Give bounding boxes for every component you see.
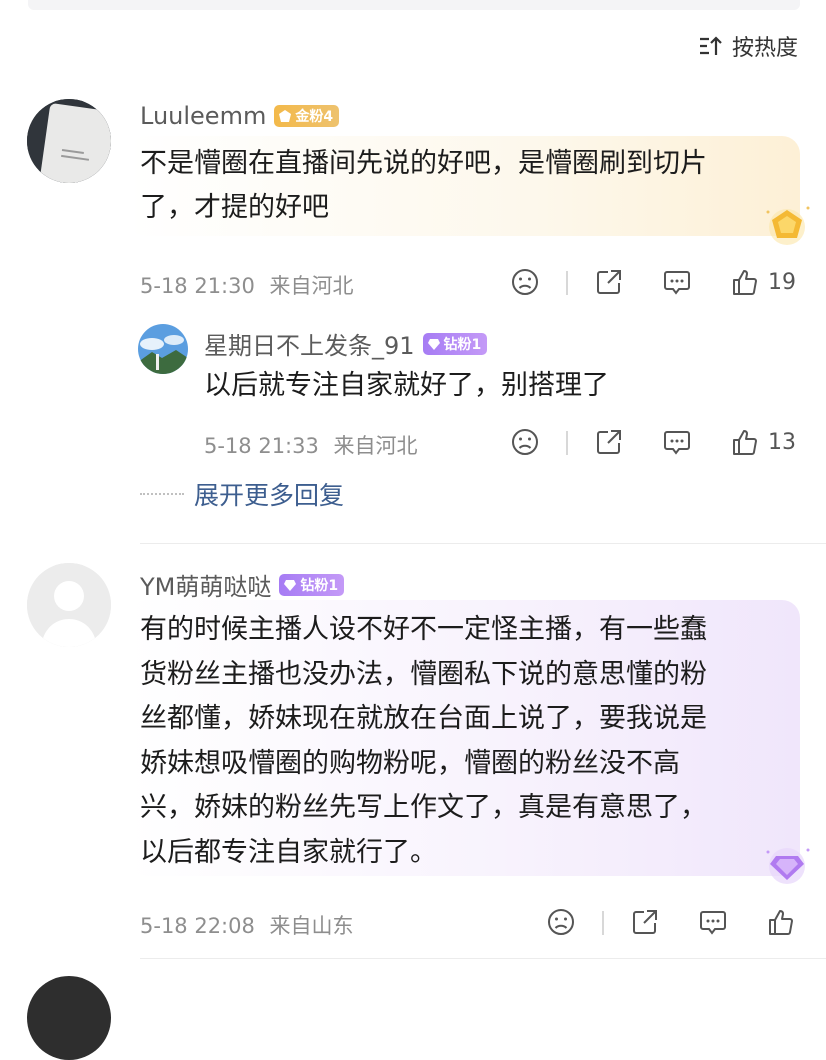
- share-icon: [597, 270, 621, 294]
- dislike-icon: [548, 909, 574, 935]
- avatar[interactable]: [27, 976, 111, 1060]
- like-count: 13: [768, 429, 796, 455]
- timestamp: 5-18 21:30: [140, 274, 255, 298]
- diamond-icon: [427, 338, 440, 350]
- share-icon: [633, 910, 657, 934]
- gold-gem-icon: [766, 206, 810, 245]
- timestamp: 5-18 21:33: [204, 434, 319, 458]
- location: 来自山东: [269, 914, 354, 938]
- comment-divider: [140, 958, 826, 959]
- dotted-line: [140, 493, 184, 495]
- dislike-icon: [512, 269, 538, 295]
- divider: [566, 431, 568, 455]
- comment-icon: [700, 911, 726, 935]
- previous-content-strip: [28, 0, 800, 10]
- comment-text: 以后就专注自家就好了，别搭理了: [204, 370, 609, 401]
- expand-more-label[interactable]: 展开更多回复: [194, 476, 344, 512]
- dislike-icon: [512, 429, 538, 455]
- comment-text: 不是懵圈在直播间先说的好吧，是懵圈刷到切片 了，才提的好吧: [140, 148, 707, 223]
- expand-more-replies[interactable]: 展开更多回复: [140, 476, 344, 512]
- comment-author[interactable]: YM萌萌哒哒 钻粉1: [140, 567, 345, 602]
- sort-by-hot-button[interactable]: 按热度: [698, 30, 798, 62]
- comment-author[interactable]: 星期日不上发条_91 钻粉1: [204, 326, 488, 361]
- dislike-button[interactable]: [510, 267, 540, 297]
- fan-badge: 金粉4: [274, 105, 340, 127]
- timestamp: 5-18 22:08: [140, 914, 255, 938]
- avatar[interactable]: [27, 99, 111, 183]
- like-icon: [733, 270, 757, 295]
- purple-diamond-icon: [766, 848, 810, 884]
- comment-divider: [140, 543, 826, 544]
- like-icon: [769, 910, 793, 935]
- avatar[interactable]: [27, 563, 111, 647]
- comment-author[interactable]: Luuleemm 金粉4: [140, 102, 340, 130]
- reply-button[interactable]: [662, 427, 692, 457]
- share-button[interactable]: [594, 267, 624, 297]
- reply-button[interactable]: [662, 267, 692, 297]
- comment-meta: 5-18 21:30 来自河北: [140, 270, 354, 300]
- fan-badge: 钻粉1: [279, 573, 345, 596]
- share-button[interactable]: [630, 907, 660, 937]
- share-icon: [597, 430, 621, 454]
- sort-label: 按热度: [731, 36, 798, 61]
- username[interactable]: YM萌萌哒哒: [140, 567, 271, 602]
- dislike-button[interactable]: [546, 907, 576, 937]
- badge-label: 金粉4: [295, 109, 334, 125]
- badge-label: 钻粉1: [300, 577, 339, 594]
- divider: [566, 271, 568, 295]
- crown-icon: [279, 110, 292, 122]
- divider: [602, 911, 604, 935]
- comment-meta: 5-18 22:08 来自山东: [140, 910, 354, 940]
- comment-meta: 5-18 21:33 来自河北: [204, 430, 418, 460]
- dislike-button[interactable]: [510, 427, 540, 457]
- fan-badge: 钻粉1: [422, 332, 488, 355]
- username[interactable]: 星期日不上发条_91: [204, 326, 415, 361]
- comment-bubble: 不是懵圈在直播间先说的好吧，是懵圈刷到切片 了，才提的好吧: [128, 136, 800, 236]
- diamond-icon: [284, 579, 297, 591]
- badge-label: 钻粉1: [443, 336, 482, 353]
- share-button[interactable]: [594, 427, 624, 457]
- comment-icon: [664, 271, 690, 295]
- avatar[interactable]: [138, 324, 188, 374]
- reply-button[interactable]: [698, 907, 728, 937]
- like-button[interactable]: 19: [730, 267, 796, 297]
- sort-icon: [699, 36, 722, 55]
- like-icon: [733, 430, 757, 455]
- like-count: 19: [768, 269, 796, 295]
- comment-bubble: 以后就专注自家就好了，别搭理了: [192, 364, 752, 414]
- like-button[interactable]: 13: [730, 427, 796, 457]
- location: 来自河北: [333, 434, 418, 458]
- comment-text: 有的时候主播人设不好不一定怪主播，有一些蠢 货粉丝主播也没办法，懵圈私下说的意思…: [140, 614, 707, 868]
- username[interactable]: Luuleemm: [140, 102, 266, 130]
- comment-bubble: 有的时候主播人设不好不一定怪主播，有一些蠢 货粉丝主播也没办法，懵圈私下说的意思…: [128, 600, 800, 876]
- location: 来自河北: [269, 274, 354, 298]
- like-button[interactable]: [766, 907, 796, 937]
- comment-icon: [664, 431, 690, 455]
